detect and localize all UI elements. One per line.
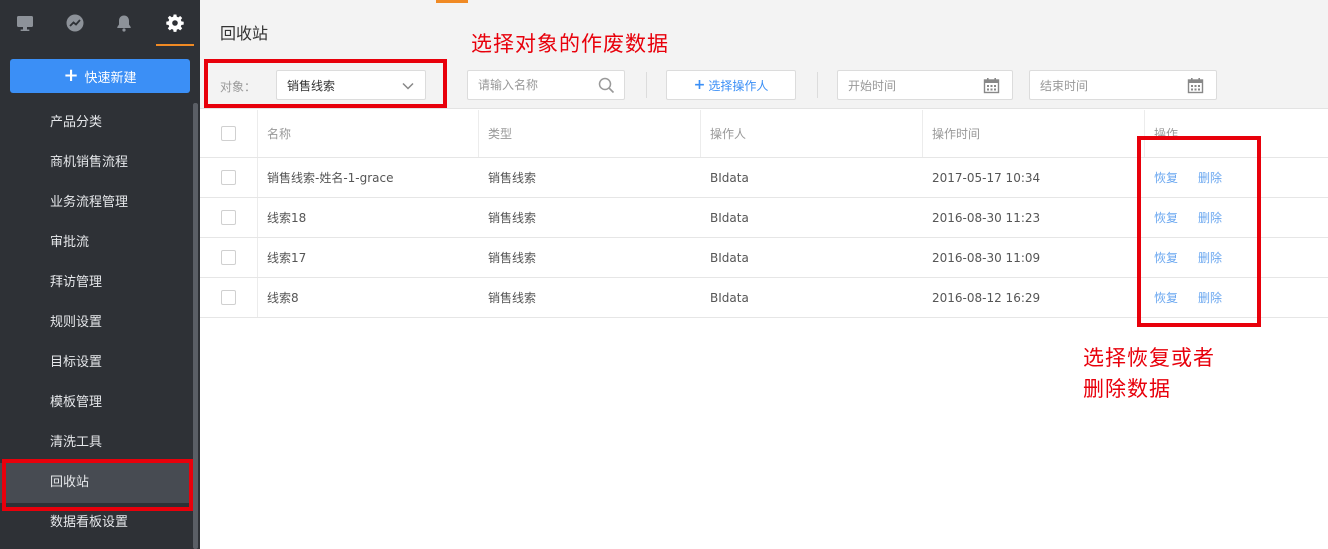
gear-icon[interactable] — [162, 10, 188, 36]
sidebar-top-icons — [0, 0, 200, 46]
trend-icon[interactable] — [62, 10, 88, 36]
end-date-placeholder: 结束时间 — [1040, 78, 1089, 93]
row-operator: BIdata — [710, 170, 749, 185]
bell-icon[interactable] — [111, 10, 137, 36]
column-divider — [257, 110, 258, 157]
start-date-placeholder: 开始时间 — [848, 78, 897, 93]
sidebar-item-product-category[interactable]: 产品分类 — [0, 103, 194, 143]
row-time: 2016-08-12 16:29 — [932, 290, 1041, 305]
app-window: + 快速新建 产品分类 商机销售流程 业务流程管理 审批流 拜访管理 规则设置 … — [0, 0, 1328, 549]
row-name: 线索17 — [267, 251, 307, 265]
calendar-icon — [983, 78, 1000, 94]
header-operator: 操作人 — [710, 127, 747, 141]
name-search-input[interactable] — [478, 78, 588, 92]
sidebar-item-goal-settings[interactable]: 目标设置 — [0, 343, 194, 383]
quick-new-label: 快速新建 — [84, 70, 137, 86]
column-divider — [257, 238, 258, 277]
row-type: 销售线索 — [488, 251, 537, 265]
column-divider — [257, 278, 258, 317]
select-operator-button[interactable]: + 选择操作人 — [666, 70, 796, 100]
row-operator: BIdata — [710, 290, 749, 305]
sidebar-item-cleaning-tool[interactable]: 清洗工具 — [0, 423, 194, 463]
select-operator-label: 选择操作人 — [708, 78, 769, 93]
row-type: 销售线索 — [488, 291, 537, 305]
column-divider — [257, 158, 258, 197]
plus-icon: + — [693, 77, 706, 93]
quick-new-button[interactable]: + 快速新建 — [10, 59, 190, 93]
row-operator: BIdata — [710, 210, 749, 225]
row-checkbox[interactable] — [221, 210, 236, 225]
calendar-icon — [1187, 78, 1204, 94]
end-date-field[interactable]: 结束时间 — [1029, 70, 1217, 100]
start-date-field[interactable]: 开始时间 — [837, 70, 1013, 100]
annotation-box-actions — [1137, 136, 1261, 327]
annotation-restore-text: 选择恢复或者 删除数据 — [1083, 343, 1215, 405]
row-type: 销售线索 — [488, 211, 537, 225]
column-divider — [700, 110, 701, 157]
header-type: 类型 — [488, 127, 513, 141]
row-operator: BIdata — [710, 250, 749, 265]
annotation-box-object-select — [204, 59, 447, 108]
toolbar-divider — [646, 72, 647, 98]
name-search-field[interactable] — [467, 70, 625, 100]
top-accent-bar — [436, 0, 468, 3]
select-all-checkbox[interactable] — [221, 126, 236, 141]
plus-icon: + — [63, 65, 79, 86]
annotation-restore-line2: 删除数据 — [1083, 377, 1171, 401]
row-time: 2016-08-30 11:23 — [932, 210, 1041, 225]
toolbar-divider — [817, 72, 818, 98]
sidebar-item-visit-management[interactable]: 拜访管理 — [0, 263, 194, 303]
row-time: 2017-05-17 10:34 — [932, 170, 1041, 185]
sidebar-item-rule-settings[interactable]: 规则设置 — [0, 303, 194, 343]
row-time: 2016-08-30 11:09 — [932, 250, 1041, 265]
row-checkbox[interactable] — [221, 250, 236, 265]
sidebar-item-opportunity-process[interactable]: 商机销售流程 — [0, 143, 194, 183]
annotation-restore-line1: 选择恢复或者 — [1083, 346, 1215, 370]
page-title: 回收站 — [220, 24, 269, 43]
row-checkbox[interactable] — [221, 170, 236, 185]
column-divider — [922, 110, 923, 157]
sidebar-item-template-management[interactable]: 模板管理 — [0, 383, 194, 423]
row-checkbox[interactable] — [221, 290, 236, 305]
sidebar-item-business-process[interactable]: 业务流程管理 — [0, 183, 194, 223]
row-type: 销售线索 — [488, 171, 537, 185]
header-name: 名称 — [267, 127, 292, 141]
active-tab-indicator — [156, 44, 194, 46]
monitor-icon[interactable] — [12, 10, 38, 36]
row-name: 线索18 — [267, 211, 307, 225]
annotation-box-recycle-bin — [2, 459, 193, 511]
search-icon[interactable] — [598, 77, 615, 94]
column-divider — [478, 110, 479, 157]
row-name: 线索8 — [267, 291, 299, 305]
annotation-select-object-text: 选择对象的作废数据 — [471, 32, 669, 56]
sidebar-scrollbar-thumb[interactable] — [193, 103, 198, 549]
row-name: 销售线索-姓名-1-grace — [267, 171, 394, 185]
sidebar-scrollbar[interactable] — [193, 103, 198, 549]
sidebar-item-approval-flow[interactable]: 审批流 — [0, 223, 194, 263]
column-divider — [257, 198, 258, 237]
header-time: 操作时间 — [932, 127, 981, 141]
